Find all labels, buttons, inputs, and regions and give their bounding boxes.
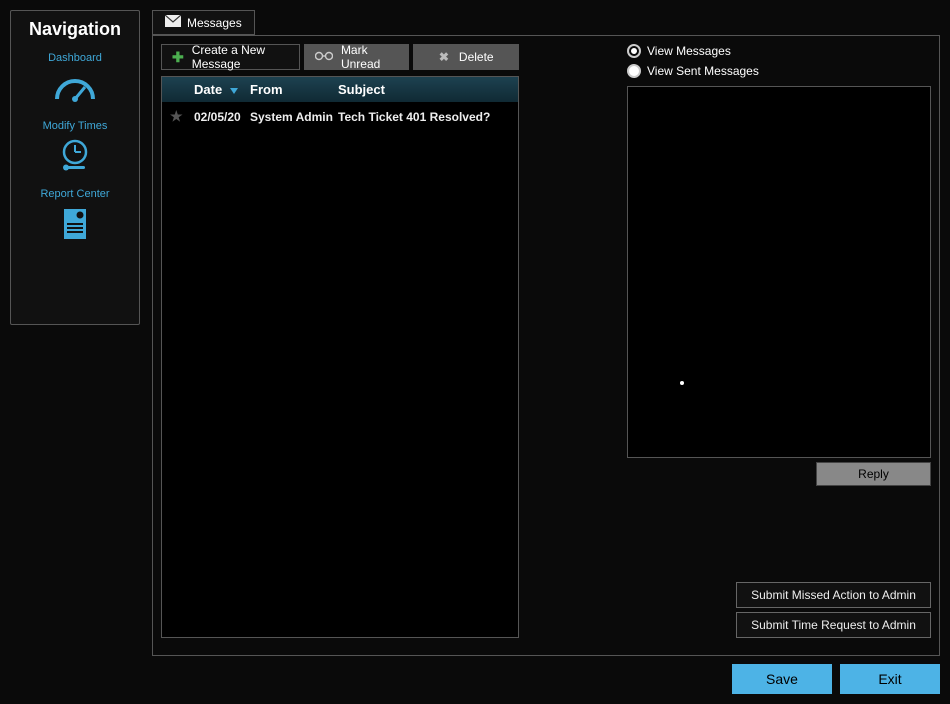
document-icon xyxy=(15,204,135,244)
list-header: Date From Subject xyxy=(162,77,518,102)
sidebar-item-report-center[interactable]: Report Center xyxy=(15,188,135,244)
star-icon[interactable]: ★ xyxy=(170,108,194,125)
message-toolbar: ✚ Create a New Message Mark Unread ✖ Del… xyxy=(161,44,519,70)
sort-down-icon xyxy=(230,82,238,97)
close-icon: ✖ xyxy=(439,50,449,64)
row-subject: Tech Ticket 401 Resolved? xyxy=(338,110,512,124)
sidebar-item-label: Dashboard xyxy=(15,52,135,64)
tab-label: Messages xyxy=(187,16,242,30)
splitter-handle[interactable] xyxy=(680,381,684,385)
radio-view-sent[interactable]: View Sent Messages xyxy=(627,64,931,78)
sidebar-item-label: Report Center xyxy=(15,188,135,200)
sidebar-item-dashboard[interactable]: Dashboard xyxy=(15,52,135,108)
main-area: Messages ✚ Create a New Message xyxy=(152,10,940,694)
header-subject[interactable]: Subject xyxy=(338,82,512,97)
tab-messages[interactable]: Messages xyxy=(152,10,255,35)
footer-buttons: Save Exit xyxy=(152,664,940,694)
sidebar-item-modify-times[interactable]: Modify Times xyxy=(15,120,135,176)
radio-icon xyxy=(627,64,641,78)
clock-wrench-icon xyxy=(15,136,135,176)
gauge-icon xyxy=(15,68,135,108)
reply-button[interactable]: Reply xyxy=(816,462,931,486)
radio-icon xyxy=(627,44,641,58)
plus-icon: ✚ xyxy=(172,49,184,66)
save-button[interactable]: Save xyxy=(732,664,832,694)
row-date: 02/05/20 xyxy=(194,110,250,124)
submit-missed-action-button[interactable]: Submit Missed Action to Admin xyxy=(736,582,931,608)
button-label: Create a New Message xyxy=(192,43,289,71)
content-panel: ✚ Create a New Message Mark Unread ✖ Del… xyxy=(152,35,940,656)
mark-unread-button[interactable]: Mark Unread xyxy=(304,44,410,70)
radio-label: View Messages xyxy=(647,44,731,58)
navigation-sidebar: Navigation Dashboard Modify Times xyxy=(10,10,140,325)
mail-icon xyxy=(165,15,181,30)
sidebar-title: Navigation xyxy=(15,19,135,40)
submit-time-request-button[interactable]: Submit Time Request to Admin xyxy=(736,612,931,638)
message-list: Date From Subject ★ 02/05/20 System xyxy=(161,76,519,638)
button-label: Mark Unread xyxy=(341,43,399,71)
tab-bar: Messages xyxy=(152,10,940,35)
delete-button[interactable]: ✖ Delete xyxy=(413,44,519,70)
header-date[interactable]: Date xyxy=(194,82,250,97)
radio-label: View Sent Messages xyxy=(647,64,759,78)
header-from[interactable]: From xyxy=(250,82,338,97)
radio-view-messages[interactable]: View Messages xyxy=(627,44,931,58)
view-mode-radios: View Messages View Sent Messages xyxy=(627,44,931,78)
row-from: System Admin xyxy=(250,110,338,124)
button-label: Delete xyxy=(459,50,494,64)
sidebar-item-label: Modify Times xyxy=(15,120,135,132)
create-message-button[interactable]: ✚ Create a New Message xyxy=(161,44,300,70)
message-viewer xyxy=(627,86,931,458)
glasses-icon xyxy=(315,50,333,64)
message-row[interactable]: ★ 02/05/20 System Admin Tech Ticket 401 … xyxy=(162,102,518,131)
exit-button[interactable]: Exit xyxy=(840,664,940,694)
